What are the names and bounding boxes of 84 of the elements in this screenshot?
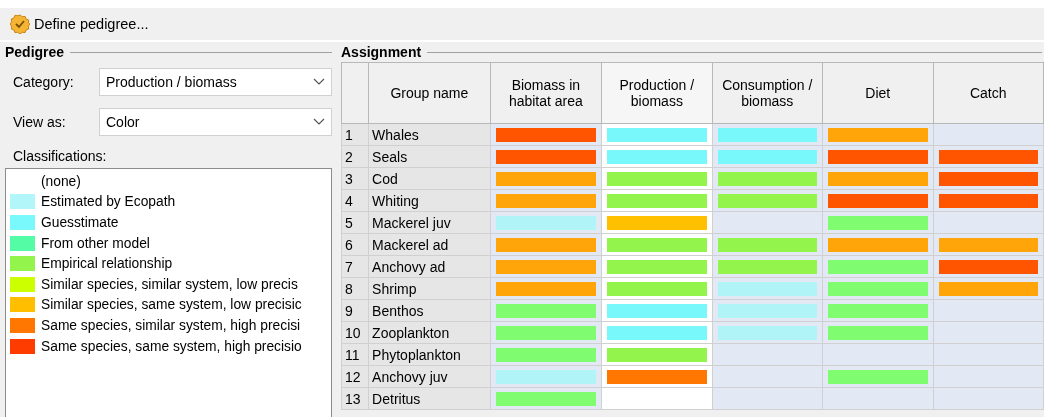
chevron-down-icon [313,78,325,86]
category-dropdown[interactable]: Production / biomass [99,68,332,96]
pedigree-bar[interactable] [938,281,1038,296]
classification-label[interactable]: Guesstimate [41,215,119,230]
pedigree-bar[interactable] [938,171,1038,186]
column-header[interactable]: Production / biomass [601,62,713,124]
pedigree-bar[interactable] [828,127,928,142]
pedigree-bar[interactable] [607,281,707,296]
pedigree-bar[interactable] [828,215,928,230]
pedigree-bar[interactable] [607,237,707,252]
pedigree-bar[interactable] [607,347,707,362]
pedigree-bar[interactable] [828,171,928,186]
pedigree-bar[interactable] [495,259,597,274]
row-number: 6 [341,233,369,256]
classification-label[interactable]: Same species, same system, high precisio [41,338,302,354]
pedigree-bar[interactable] [938,193,1038,208]
chevron-down-icon [313,118,325,126]
pedigree-bar[interactable] [607,369,707,384]
pedigree-bar[interactable] [717,193,818,208]
pedigree-bar[interactable] [717,259,818,274]
pedigree-bar[interactable] [828,325,928,340]
pedigree-bar[interactable] [495,127,597,142]
pedigree-bar[interactable] [607,325,707,340]
classifications-label: Classifications: [13,148,107,164]
column-header[interactable]: Diet [822,62,933,124]
classification-label[interactable]: Estimated by Ecopath [41,194,176,210]
row-number: 12 [341,365,369,388]
field-label: View as: [12,114,67,130]
row-number: 2 [341,145,369,168]
row-number: 5 [341,211,369,234]
pedigree-bar[interactable] [495,237,597,252]
pedigree-bar[interactable] [938,237,1038,252]
pedigree-bar[interactable] [607,303,707,318]
pedigree-bar[interactable] [828,281,928,296]
pedigree-bar[interactable] [495,347,597,362]
pedigree-bar[interactable] [828,237,928,252]
column-header[interactable]: Consumption / biomass [712,62,823,124]
classification-label[interactable]: Empirical relationship [41,256,173,272]
pedigree-bar[interactable] [495,325,597,340]
row-number: 4 [341,189,369,212]
row-number: 7 [341,255,369,278]
pedigree-bar[interactable] [607,259,707,274]
classification-label[interactable]: Similar species, same system, low precisic [41,297,302,313]
row-number: 11 [341,343,369,366]
classification-label[interactable]: From other model [41,235,150,251]
certificate-icon [10,14,30,34]
field-label: Category: [12,74,75,90]
pedigree-bar[interactable] [607,171,707,186]
classification-label[interactable]: Similar species, similar system, low precis [41,276,298,292]
pedigree-bar[interactable] [828,193,928,208]
row-number: 1 [341,123,369,146]
pedigree-bar[interactable] [495,391,597,406]
group-title: Assignment [341,44,422,60]
column-header[interactable]: Group name [368,62,491,124]
header-cell [341,62,369,124]
pedigree-bar[interactable] [828,259,928,274]
classification-label[interactable]: (none) [41,173,81,189]
row-number: 3 [341,167,369,190]
pedigree-bar[interactable] [495,149,597,164]
define-pedigree-button[interactable]: Define pedigree... [8,12,151,36]
row-number: 10 [341,321,369,344]
pedigree-bar[interactable] [607,193,707,208]
view-as-dropdown[interactable]: Color [99,108,332,136]
row-number: 13 [341,387,369,410]
pedigree-bar[interactable] [495,303,597,318]
row-number: 9 [341,299,369,322]
pedigree-bar[interactable] [828,303,928,318]
pedigree-bar[interactable] [607,127,707,142]
pedigree-bar[interactable] [607,215,707,230]
pedigree-bar[interactable] [607,149,707,164]
column-header[interactable]: Biomass in habitat area [490,62,602,124]
pedigree-bar[interactable] [828,369,928,384]
pedigree-bar[interactable] [938,259,1038,274]
pedigree-bar[interactable] [717,171,818,186]
row-number: 8 [341,277,369,300]
pedigree-bar[interactable] [495,193,597,208]
pedigree-bar[interactable] [717,237,818,252]
pedigree-bar[interactable] [495,171,597,186]
classification-label[interactable]: Same species, similar system, high precisi [41,317,301,333]
pedigree-bar[interactable] [828,149,928,164]
pedigree-bar[interactable] [495,281,597,296]
pedigree-bar[interactable] [938,149,1038,164]
column-header[interactable]: Catch [933,62,1044,124]
group-title: Pedigree [5,44,65,60]
